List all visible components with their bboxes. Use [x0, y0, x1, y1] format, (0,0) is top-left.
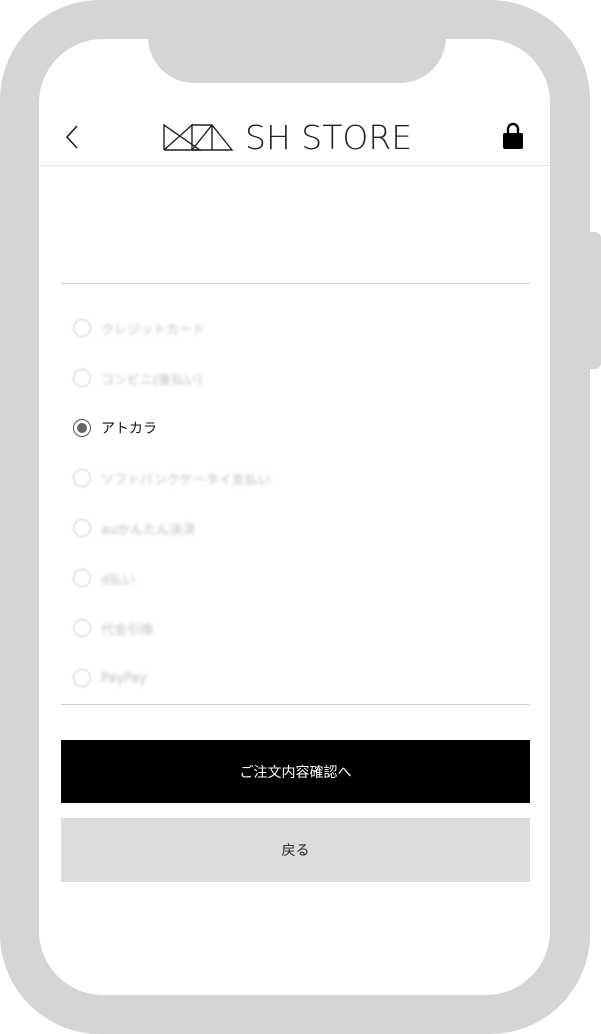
confirm-order-button[interactable]: ご注文内容確認へ: [61, 740, 530, 803]
payment-option-label: アトカラ: [101, 421, 157, 437]
back-button[interactable]: [59, 121, 85, 153]
payment-method-list: クレジットカード コンビニ(後払い) アトカラ ソフトバンクケータイ支払い au…: [73, 303, 513, 703]
radio-button[interactable]: [73, 319, 91, 337]
payment-option-d-barai[interactable]: d払い: [73, 553, 513, 603]
payment-option-label: コンビニ(後払い): [101, 372, 203, 388]
payment-option-label: ソフトバンクケータイ支払い: [101, 472, 271, 488]
payment-option-credit-card[interactable]: クレジットカード: [73, 303, 513, 353]
radio-button[interactable]: [73, 369, 91, 387]
radio-button[interactable]: [73, 569, 91, 587]
divider: [61, 283, 530, 284]
payment-option-paypay[interactable]: PayPay: [73, 653, 513, 703]
payment-option-atokara[interactable]: アトカラ: [73, 403, 513, 453]
shopping-bag-icon: [503, 122, 523, 149]
store-logo[interactable]: SH STORE: [162, 117, 413, 157]
payment-option-au[interactable]: auかんたん決済: [73, 503, 513, 553]
chevron-left-icon: [65, 125, 78, 149]
logo-text: SH STORE: [245, 117, 413, 157]
radio-button[interactable]: [73, 619, 91, 637]
radio-button[interactable]: [73, 469, 91, 487]
payment-option-convenience-store[interactable]: コンビニ(後払い): [73, 353, 513, 403]
logo-mark: [163, 123, 234, 151]
payment-option-cash-on-delivery[interactable]: 代金引換: [73, 603, 513, 653]
phone-notch: [148, 39, 446, 83]
divider: [61, 704, 530, 705]
phone-side-button: [589, 232, 601, 369]
phone-screen: SH STORE クレジットカード コンビニ(後払い) アトカラ ソフトバンクケ…: [39, 39, 550, 995]
radio-button[interactable]: [73, 669, 91, 687]
app-header: SH STORE: [39, 109, 550, 166]
payment-option-label: 代金引換: [101, 622, 154, 638]
payment-option-label: auかんたん決済: [101, 522, 196, 538]
radio-dot: [77, 423, 87, 433]
payment-option-label: クレジットカード: [101, 322, 206, 338]
back-page-button[interactable]: 戻る: [61, 818, 530, 882]
cart-button[interactable]: [497, 121, 529, 153]
payment-option-softbank[interactable]: ソフトバンクケータイ支払い: [73, 453, 513, 503]
payment-option-label: d払い: [101, 572, 136, 588]
payment-option-label: PayPay: [101, 670, 147, 686]
radio-button[interactable]: [73, 519, 91, 537]
radio-button-selected[interactable]: [73, 419, 91, 437]
